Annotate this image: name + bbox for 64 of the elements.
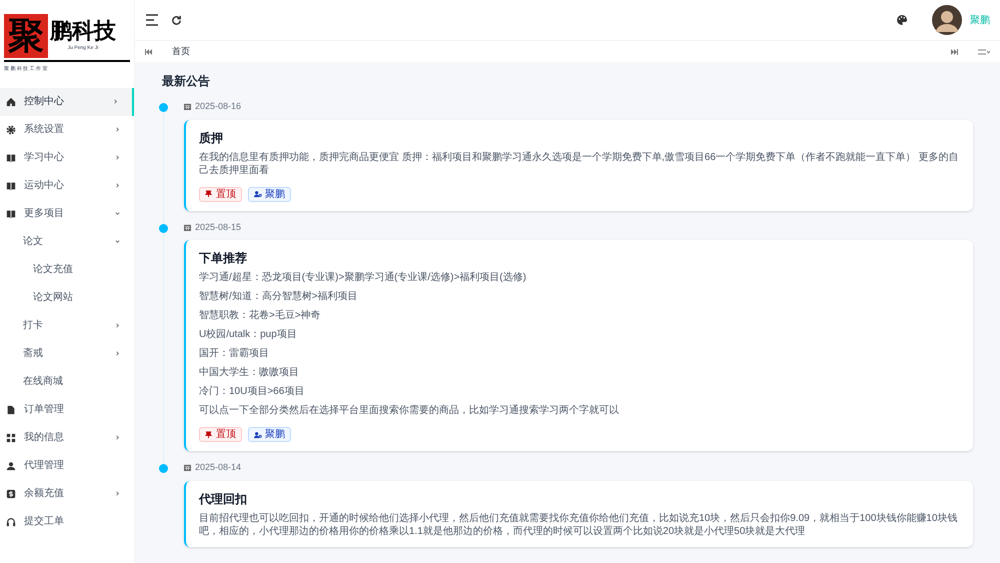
book-icon bbox=[6, 152, 16, 162]
tag: 聚鹏 bbox=[248, 427, 291, 442]
user-icon bbox=[254, 190, 262, 198]
notice-title: 质押 bbox=[199, 130, 224, 146]
book-icon bbox=[6, 208, 16, 218]
notice-text: 冷门：10U项目>66项目 bbox=[199, 385, 306, 398]
notice-text: U校园/utalk：pup项目 bbox=[199, 328, 298, 341]
scroll-left-icon[interactable] bbox=[145, 48, 152, 54]
sidebar-item[interactable]: 更多项目 bbox=[0, 200, 134, 228]
avatar[interactable] bbox=[932, 5, 962, 35]
scroll-right-icon[interactable] bbox=[951, 48, 958, 54]
book-icon bbox=[6, 180, 16, 190]
user-icon bbox=[6, 460, 16, 470]
sidebar-item[interactable]: 我的信息 bbox=[0, 424, 134, 452]
home-icon bbox=[6, 96, 16, 106]
calendar-icon bbox=[184, 224, 191, 231]
notice-date: 2025-08-16 bbox=[195, 100, 242, 113]
notice-text: 在我的信息里有质押功能，质押完商品更便宜 质押：福利项目和聚鹏学习通永久选项是一个学期免费下单,傲雪项目66一个学期免费下单（作者不跑就能一直下单） 更多的自己去质押里面看 bbox=[199, 150, 960, 176]
grid-icon bbox=[6, 432, 16, 442]
sidebar-item[interactable]: 运动中心 bbox=[0, 172, 134, 200]
sidebar-item[interactable]: 论文网站 bbox=[0, 284, 134, 312]
menu-icon[interactable] bbox=[145, 14, 159, 26]
sidebar-item[interactable]: 余额充值 bbox=[0, 480, 134, 508]
tag: 置顶 bbox=[199, 427, 242, 442]
dollar-icon bbox=[6, 488, 16, 498]
tab-menu-icon[interactable] bbox=[978, 48, 990, 56]
calendar-icon bbox=[184, 464, 191, 472]
sidebar-item[interactable]: 代理管理 bbox=[0, 452, 134, 480]
sidebar-item[interactable]: 斋戒 bbox=[0, 340, 134, 368]
notice-date: 2025-08-14 bbox=[195, 461, 242, 474]
notice-title: 代理回扣 bbox=[199, 490, 248, 508]
notice-text: 目前招代理也可以吃回扣，开通的时候给他们选择小代理，然后他们充值就需要找你充值你给他们充值，比如说充10块，然后只会扣你9.09，就相当于100块钱你能赚10块钱吧，相应的，小代理那边的价格用你的价格乘以1.1就是他那边的价格，而代理的时候可以设置两个比如说20块就是小代理50块就是大代理 bbox=[199, 512, 958, 538]
notice-text: 学习通/超星：恐龙项目(专业课)>聚鹏学习通(专业课/选修)>福利项目(选修) bbox=[199, 271, 528, 284]
page-title: 最新公告 bbox=[162, 73, 211, 90]
notice-text: 智慧职教：花卷>毛豆>神奇 bbox=[199, 309, 322, 322]
notice-date: 2025-08-15 bbox=[195, 220, 242, 234]
sidebar-item[interactable]: 在线商城 bbox=[0, 368, 134, 396]
palette-icon[interactable] bbox=[896, 14, 908, 26]
tab[interactable]: 首页 bbox=[164, 44, 198, 58]
notice-text: 中国大学生：嗷嗷项目 bbox=[199, 366, 300, 379]
refresh-icon[interactable] bbox=[171, 14, 182, 26]
calendar-icon bbox=[184, 103, 191, 110]
notice-title: 下单推荐 bbox=[199, 250, 248, 267]
logo-mark: 聚 bbox=[4, 14, 48, 58]
logo-name: 鹏科技 bbox=[50, 20, 116, 42]
headset-icon bbox=[6, 516, 16, 526]
tag: 置顶 bbox=[199, 186, 242, 202]
sidebar-item[interactable]: 订单管理 bbox=[0, 396, 134, 424]
sidebar-item[interactable]: 学习中心 bbox=[0, 144, 134, 172]
notice-text: 可以点一下全部分类然后在选择平台里面搜索你需要的商品，比如学习通搜索学习两个字就可以 bbox=[199, 404, 620, 417]
tag: 聚鹏 bbox=[248, 186, 291, 202]
sidebar-item[interactable]: 提交工单 bbox=[0, 508, 134, 536]
sidebar-item[interactable]: 论文 bbox=[0, 228, 134, 256]
pin-icon bbox=[205, 430, 213, 438]
sidebar-item[interactable]: 控制中心 bbox=[0, 88, 134, 116]
pin-icon bbox=[205, 190, 213, 198]
settings-icon bbox=[6, 124, 16, 134]
file-icon bbox=[6, 404, 16, 414]
sidebar-item[interactable]: 打卡 bbox=[0, 312, 134, 340]
sidebar-item[interactable]: 系统设置 bbox=[0, 116, 134, 144]
notice-text: 国开：雷霸项目 bbox=[199, 347, 270, 360]
user-icon bbox=[254, 430, 262, 438]
notice-text: 智慧树/知道：高分智慧树>福利项目 bbox=[199, 290, 359, 303]
sidebar-item[interactable]: 论文充值 bbox=[0, 256, 134, 284]
